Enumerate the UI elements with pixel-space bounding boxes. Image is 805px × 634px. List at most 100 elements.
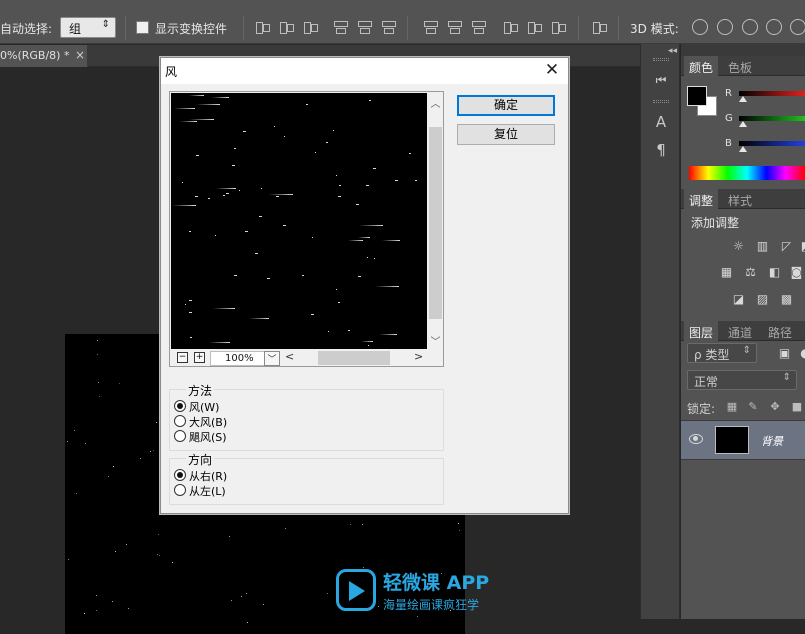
history-icon[interactable]: ⏮ [651, 70, 671, 90]
threshold-icon[interactable]: ▩ [779, 292, 794, 306]
distribute-hcenter-icon[interactable] [526, 19, 542, 35]
lock-transparent-icon[interactable]: ▦ [726, 401, 738, 413]
paragraph-panel-icon[interactable]: ¶ [651, 140, 671, 160]
exposure-icon[interactable]: ◩ [799, 239, 805, 253]
tab-color[interactable]: 颜色 [684, 56, 719, 76]
ok-button[interactable]: 确定 [457, 95, 555, 116]
radio-button[interactable] [174, 469, 186, 481]
filter-adjust-icon[interactable]: ◐ [798, 346, 805, 360]
dropdown-arrow-icon: ⇕ [782, 372, 791, 383]
dialog-titlebar[interactable]: 风 ✕ [161, 58, 568, 84]
panels-collapse-bar[interactable] [681, 44, 805, 56]
blend-mode-dropdown[interactable]: 正常 ⇕ [687, 370, 797, 390]
lock-position-icon[interactable]: ✥ [769, 401, 781, 413]
distribute-top-icon[interactable] [422, 19, 438, 35]
scroll-left-icon[interactable]: < [285, 350, 294, 363]
wind-streak [379, 334, 397, 335]
3d-roll-icon[interactable] [717, 19, 733, 35]
radio-button[interactable] [174, 400, 186, 412]
layer-row[interactable]: 背景 [681, 420, 805, 460]
wind-streak [208, 198, 210, 199]
align-bottom-icon[interactable] [302, 19, 318, 35]
align-top-icon[interactable] [254, 19, 270, 35]
slider-handle-icon[interactable] [739, 96, 747, 102]
close-icon[interactable]: ✕ [541, 60, 563, 80]
posterize-icon[interactable]: ▨ [755, 292, 770, 306]
scrollbar-thumb[interactable] [429, 127, 442, 319]
3d-pan-icon[interactable] [742, 19, 758, 35]
distribute-vcenter-icon[interactable] [446, 19, 462, 35]
tab-swatches[interactable]: 色板 [723, 56, 757, 76]
align-right-icon[interactable] [380, 19, 396, 35]
lock-all-icon[interactable]: ■ [791, 401, 803, 413]
dock-grip[interactable] [653, 100, 669, 103]
wind-streak [274, 126, 275, 127]
align-vcenter-icon[interactable] [278, 19, 294, 35]
layer-kind-value: ρ 类型 [694, 348, 730, 362]
scrollbar-thumb[interactable] [318, 351, 390, 365]
blue-slider[interactable] [739, 141, 805, 146]
radio-button[interactable] [174, 415, 186, 427]
color-spectrum-bar[interactable] [689, 166, 805, 180]
brightness-icon[interactable]: ☼ [731, 239, 746, 253]
3d-slide-icon[interactable] [766, 19, 782, 35]
tab-layers[interactable]: 图层 [684, 321, 719, 341]
slider-handle-icon[interactable] [739, 121, 747, 127]
wind-streak [223, 195, 225, 196]
filter-pixel-icon[interactable]: ▣ [777, 346, 792, 360]
layer-kind-filter[interactable]: ρ 类型 ⇕ [687, 343, 757, 363]
reset-button[interactable]: 复位 [457, 124, 555, 145]
star-speck [362, 524, 363, 525]
align-left-icon[interactable] [332, 19, 348, 35]
wind-streak [284, 136, 285, 137]
red-slider[interactable] [739, 91, 805, 96]
document-tab[interactable]: 0%(RGB/8) * × [0, 45, 88, 67]
align-hcenter-icon[interactable] [356, 19, 372, 35]
green-slider[interactable] [739, 116, 805, 121]
visibility-eye-icon[interactable] [689, 434, 703, 444]
collapse-arrows-icon[interactable]: ◂◂ [641, 46, 681, 56]
levels-icon[interactable]: ▥ [755, 239, 770, 253]
dock-grip[interactable] [653, 58, 669, 61]
character-panel-icon[interactable]: A [651, 112, 671, 132]
right-panels: 颜色 色板 R G B 调整 样式 添加调整 ☼ ▥ ◸ ◩ ▦ ⚖ ◧ ◙ ◪… [681, 44, 805, 619]
preview-image[interactable] [171, 93, 427, 349]
scroll-up-icon[interactable]: ︿ [428, 95, 443, 110]
radio-button[interactable] [174, 484, 186, 496]
wind-streak [189, 95, 204, 96]
black-white-icon[interactable]: ◧ [767, 265, 782, 279]
color-balance-icon[interactable]: ⚖ [743, 265, 758, 279]
close-icon[interactable]: × [75, 48, 85, 62]
zoom-out-icon[interactable]: − [177, 352, 188, 363]
slider-handle-icon[interactable] [739, 146, 747, 152]
scroll-right-icon[interactable]: > [414, 350, 423, 363]
tab-styles[interactable]: 样式 [723, 189, 757, 209]
scroll-down-icon[interactable]: ﹀ [428, 333, 443, 348]
chevron-down-icon[interactable]: ﹀ [264, 351, 280, 366]
distribute-left-icon[interactable] [502, 19, 518, 35]
star-speck [285, 528, 286, 529]
photo-filter-icon[interactable]: ◙ [789, 265, 804, 279]
tab-channels[interactable]: 通道 [723, 321, 757, 341]
vibrance-icon[interactable]: ▦ [719, 265, 734, 279]
options-bar: 自动选择: 组 ⇕ 显示变换控件 3D 模式: [0, 0, 805, 44]
invert-icon[interactable]: ◪ [731, 292, 746, 306]
3d-rotate-icon[interactable] [692, 19, 708, 35]
wind-streak [268, 194, 293, 195]
wind-streak [302, 275, 304, 276]
tab-paths[interactable]: 路径 [763, 321, 797, 341]
auto-align-icon[interactable] [591, 19, 607, 35]
distribute-right-icon[interactable] [550, 19, 566, 35]
show-transform-checkbox[interactable] [136, 21, 149, 34]
distribute-bottom-icon[interactable] [470, 19, 486, 35]
preview-vertical-scrollbar[interactable]: ︿ ﹀ [428, 93, 443, 349]
foreground-color-swatch[interactable] [687, 86, 707, 106]
auto-select-dropdown[interactable]: 组 ⇕ [60, 17, 116, 38]
document-tab-title: 0%(RGB/8) * [0, 49, 70, 62]
zoom-in-icon[interactable]: + [194, 352, 205, 363]
radio-button[interactable] [174, 430, 186, 442]
tab-adjustments[interactable]: 调整 [684, 189, 719, 209]
3d-scale-icon[interactable] [790, 19, 805, 35]
lock-paint-icon[interactable]: ✎ [747, 401, 759, 413]
curves-icon[interactable]: ◸ [779, 239, 794, 253]
